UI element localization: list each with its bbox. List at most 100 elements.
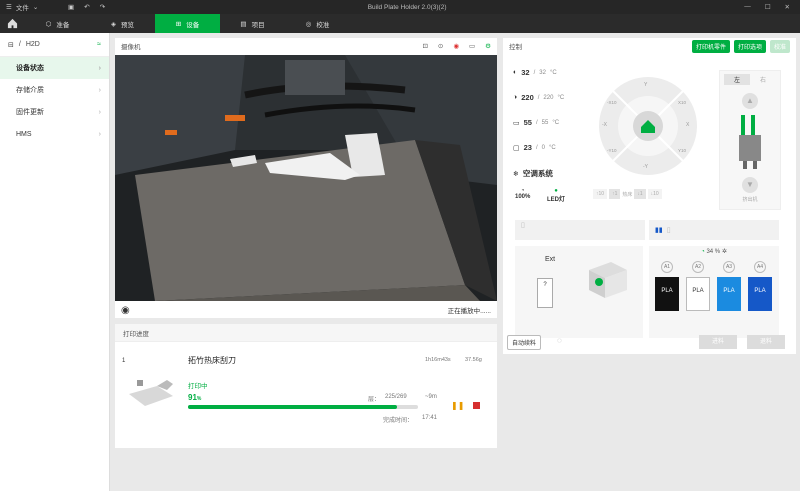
jog-my10[interactable]: -Y10 (607, 148, 617, 153)
jog-y-minus[interactable]: -Y (643, 164, 648, 170)
ams-slot-a2[interactable]: A2 PLA (686, 261, 710, 311)
extruder-icon (739, 115, 761, 169)
slot-filament: PLA (717, 277, 741, 311)
tab-label: 准备 (56, 21, 70, 29)
tab-calibration[interactable]: ◎ 校准 (285, 14, 350, 33)
pause-button[interactable]: ❚❚ (451, 401, 464, 410)
video-icon[interactable]: ▭ (469, 42, 475, 50)
project-icon: ▤ (240, 20, 247, 28)
chamber-temp[interactable]: ▢ 23/0 °C (513, 143, 556, 152)
extruder-up-button[interactable]: ▲ (742, 93, 758, 109)
print-options-button[interactable]: 打印选项 (733, 39, 766, 53)
jog-y-plus[interactable]: Y (644, 82, 647, 88)
nozzle-icon: ◐ (513, 69, 518, 76)
timelapse-icon[interactable]: ⊡ (422, 42, 427, 50)
bed-temp[interactable]: ▭ 55/55 °C (513, 118, 559, 127)
chevron-right-icon: › (98, 108, 101, 116)
filament-small-icon: ▯ (666, 227, 671, 234)
extruder-label: 挤出机 (742, 197, 758, 203)
slash: / (535, 144, 538, 151)
bed-up-1-button[interactable]: ↑1 (609, 189, 621, 199)
device-selector[interactable]: ⊟ / H2D ≈ (0, 33, 109, 57)
progress-bar-fill (188, 405, 398, 409)
sidebar-item-firmware[interactable]: 固件更新 › (0, 101, 109, 123)
temp-target: 0 (541, 144, 545, 151)
separator: / (18, 41, 21, 48)
jog-wheel[interactable] (598, 76, 698, 176)
title-bar: ☰ 文件 ⌄ ▣ ↶ ↷ Build Plate Holder 2.0(3)(2… (0, 0, 800, 14)
redo-icon[interactable]: ↷ (100, 3, 105, 11)
jog-mx10[interactable]: -X10 (607, 100, 617, 105)
tab-prepare[interactable]: ⬡ 准备 (25, 14, 90, 33)
ext-slot[interactable]: ? (537, 278, 553, 308)
nozzle-right-temp[interactable]: ◑ 220/220 °C (513, 93, 564, 102)
nozzle-left-temp[interactable]: ◐ 32/32 °C (513, 68, 557, 77)
humidity: ◔ 34 % ✲ (649, 246, 779, 255)
ams-slot-a3[interactable]: A3 PLA (717, 261, 741, 311)
sidebar-item-storage[interactable]: 存储介质 › (0, 79, 109, 101)
ams-icon: ▮▮ (655, 227, 663, 234)
jog-x-minus[interactable]: -X (602, 122, 607, 128)
sidebar-item-hms[interactable]: HMS › (0, 123, 109, 145)
extruder-right-tab[interactable]: 右 (750, 74, 776, 85)
job-name: 拓竹热床刮刀 (188, 356, 236, 365)
bed-down-10-button[interactable]: ↓10 (647, 189, 662, 199)
ams-left-bar[interactable]: ▯ (515, 220, 645, 240)
unload-button[interactable]: 退料 (747, 335, 785, 349)
ams-slot-a4[interactable]: A4 PLA (748, 261, 772, 311)
spool-box-icon (589, 262, 627, 298)
temp-current: 220 (521, 93, 534, 102)
aircon-system[interactable]: ❄ 空调系统 (513, 168, 553, 179)
fan-control[interactable]: ◔ 100% (515, 188, 530, 200)
temp-current: 32 (521, 68, 530, 77)
bed-move-row: ↑10 ↑1 热床 ↓1 ↓10 (593, 189, 662, 199)
extruder-left-tab[interactable]: 左 (724, 74, 750, 85)
bed-up-10-button[interactable]: ↑10 (593, 189, 608, 199)
tab-project[interactable]: ▤ 项目 (220, 14, 285, 33)
close-icon[interactable]: ✕ (785, 3, 790, 11)
temp-unit: °C (557, 94, 565, 101)
extruder-down-button[interactable]: ▼ (742, 177, 758, 193)
help-icon[interactable]: ◌ (557, 336, 562, 345)
load-button[interactable]: 进料 (699, 335, 737, 349)
led-toggle[interactable]: ● LED灯 (547, 188, 565, 203)
tab-preview[interactable]: ◈ 预览 (90, 14, 155, 33)
step-value: 1 (614, 191, 618, 197)
percent-value: 91% (188, 393, 201, 402)
calibration-button[interactable]: 校准 (769, 39, 790, 53)
save-icon[interactable]: ▣ (68, 3, 74, 11)
tab-label: 项目 (251, 21, 265, 29)
bed-down-1-button[interactable]: ↓1 (634, 189, 646, 199)
jog-y10[interactable]: Y10 (678, 148, 686, 153)
record-icon[interactable]: ◉ (453, 42, 459, 50)
job-thumbnail (127, 376, 177, 408)
cube-icon: ⬡ (45, 20, 52, 28)
jog-x-plus[interactable]: X (686, 122, 689, 128)
print-state: 打印中 (188, 383, 208, 390)
temp-current: 23 (523, 143, 532, 152)
play-stop-icon[interactable]: ◉ (121, 305, 130, 316)
chevron-right-icon: › (98, 130, 101, 138)
sidebar-item-status[interactable]: 设备状态 › (0, 57, 109, 79)
home-button[interactable] (0, 14, 25, 33)
jog-x10[interactable]: X10 (678, 100, 686, 105)
maximize-icon[interactable]: ☐ (765, 3, 771, 11)
aircon-label: 空调系统 (522, 169, 553, 178)
printer-parts-button[interactable]: 打印机零件 (691, 39, 730, 53)
file-menu[interactable]: ☰ 文件 ⌄ (0, 2, 60, 12)
ams-slot-a1[interactable]: A1 PLA (655, 261, 679, 311)
temp-target: 32 (539, 69, 546, 76)
tab-label: 设备 (186, 21, 200, 29)
job-index: 1 (122, 358, 126, 364)
minimize-icon[interactable]: — (744, 3, 751, 11)
auto-refill-button[interactable]: 自动续料 (507, 335, 542, 350)
undo-icon[interactable]: ↶ (84, 3, 89, 11)
camera-switch-icon[interactable]: ⚙ (485, 42, 491, 50)
stop-button[interactable] (473, 402, 480, 409)
ams-right-bar[interactable]: ▮▮ ▯ (649, 220, 779, 240)
printer-icon: ⊟ (8, 41, 14, 49)
camera-settings-icon[interactable]: ⊙ (438, 42, 443, 50)
tab-device[interactable]: ⊞ 设备 (155, 14, 220, 33)
device-icon: ⊞ (175, 20, 182, 28)
ext-label: Ext (545, 256, 556, 263)
